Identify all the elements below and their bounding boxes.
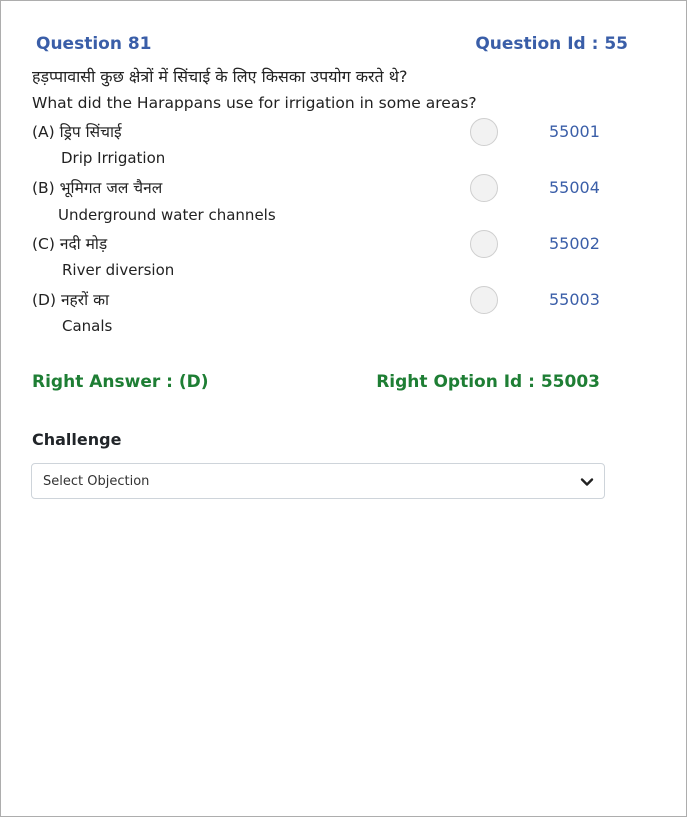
option-b-radio[interactable] bbox=[470, 174, 498, 202]
option-a-label-english: Drip Irrigation bbox=[61, 149, 166, 167]
question-text-hindi: हड़प्पावासी कुछ क्षेत्रों में सिंचाई के … bbox=[32, 67, 408, 86]
question-number: Question 81 bbox=[36, 34, 152, 54]
option-c-id: 55002 bbox=[549, 234, 600, 253]
option-c-radio[interactable] bbox=[470, 230, 498, 258]
option-c-label-hindi: (C) नदी मोड़ bbox=[32, 235, 108, 253]
option-a-id: 55001 bbox=[549, 122, 600, 141]
question-text-english: What did the Harappans use for irrigatio… bbox=[32, 94, 477, 112]
question-card: Question 81 Question Id : 55 हड़प्पावासी… bbox=[0, 0, 687, 817]
objection-select-value: Select Objection bbox=[43, 474, 150, 489]
option-b-label-english: Underground water channels bbox=[58, 206, 276, 224]
question-id: Question Id : 55 bbox=[475, 34, 628, 54]
option-a-label-hindi: (A) ड्रिप सिंचाई bbox=[32, 123, 122, 141]
option-d-label-hindi: (D) नहरों का bbox=[32, 291, 109, 309]
chevron-down-icon bbox=[580, 474, 594, 488]
option-b-label-hindi: (B) भूमिगत जल चैनल bbox=[32, 179, 163, 197]
objection-select[interactable]: Select Objection bbox=[31, 463, 605, 499]
option-d-label-english: Canals bbox=[62, 317, 113, 335]
right-option-id: Right Option Id : 55003 bbox=[376, 372, 600, 392]
option-d-id: 55003 bbox=[549, 290, 600, 309]
option-b-id: 55004 bbox=[549, 178, 600, 197]
right-answer: Right Answer : (D) bbox=[32, 372, 209, 392]
option-d-radio[interactable] bbox=[470, 286, 498, 314]
challenge-heading: Challenge bbox=[32, 430, 122, 449]
option-a-radio[interactable] bbox=[470, 118, 498, 146]
option-c-label-english: River diversion bbox=[62, 261, 175, 279]
